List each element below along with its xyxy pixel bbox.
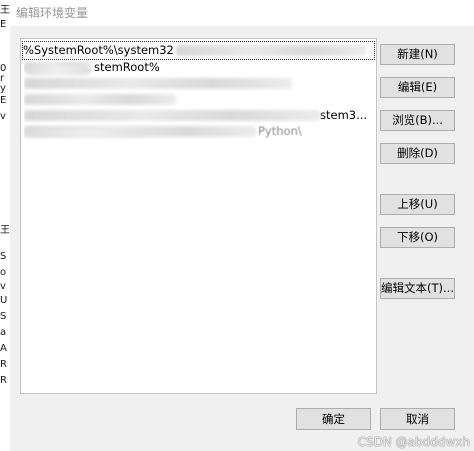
edit-environment-variable-dialog: 编辑环境变量 %SystemRoot%\system32 stemRoot% s… [10, 0, 474, 451]
edit-button[interactable]: 编辑(E) [380, 77, 455, 98]
redaction-blur [27, 65, 89, 75]
edit-text-button[interactable]: 编辑文本(T)... [380, 278, 455, 299]
path-list-item[interactable] [24, 75, 372, 91]
background-fragment: E [0, 95, 7, 106]
move-down-button[interactable]: 下移(O) [380, 227, 455, 248]
background-fragment: 王 [0, 225, 10, 236]
csdn-watermark: CSDN @abdddwxh [357, 435, 470, 449]
browse-button[interactable]: 浏览(B)... [380, 110, 455, 131]
path-item-text: stem3... [320, 108, 368, 122]
background-fragment: a [0, 327, 7, 338]
cancel-button[interactable]: 取消 [380, 408, 455, 430]
background-fragment: v [0, 111, 6, 122]
ok-button[interactable]: 确定 [296, 408, 371, 430]
background-fragment: S [0, 251, 7, 262]
path-list-item[interactable]: %SystemRoot%\system32 [22, 41, 375, 60]
redacted-text [24, 94, 176, 105]
path-item-text: Python\ [258, 124, 302, 138]
background-fragment: S [0, 311, 7, 322]
new-button[interactable]: 新建(N) [380, 44, 455, 65]
move-up-button[interactable]: 上移(U) [380, 194, 455, 215]
background-fragment: y [0, 83, 6, 94]
title-bar[interactable]: 编辑环境变量 [10, 0, 474, 26]
background-fragment: U [0, 295, 8, 306]
redacted-text [24, 110, 320, 121]
redacted-text [24, 78, 292, 89]
background-fragment: 王 [0, 5, 10, 16]
delete-button[interactable]: 删除(D) [380, 143, 455, 164]
path-item-text: %SystemRoot%\system32 [23, 43, 174, 57]
path-list-item[interactable] [24, 91, 372, 107]
path-item-text: stemRoot% [94, 60, 160, 74]
redacted-text [175, 45, 366, 56]
background-fragment: v [0, 281, 6, 292]
path-list-item[interactable]: stem3... [24, 107, 372, 123]
background-fragment: R [0, 359, 7, 370]
background-fragment: R [0, 375, 7, 386]
background-fragment: A [0, 343, 7, 354]
path-list[interactable]: %SystemRoot%\system32 stemRoot% stem3...… [20, 38, 377, 394]
background-fragment: E [0, 19, 7, 30]
background-fragment: o [0, 267, 7, 278]
redaction-blur [25, 129, 145, 137]
window-title: 编辑环境变量 [16, 6, 89, 20]
